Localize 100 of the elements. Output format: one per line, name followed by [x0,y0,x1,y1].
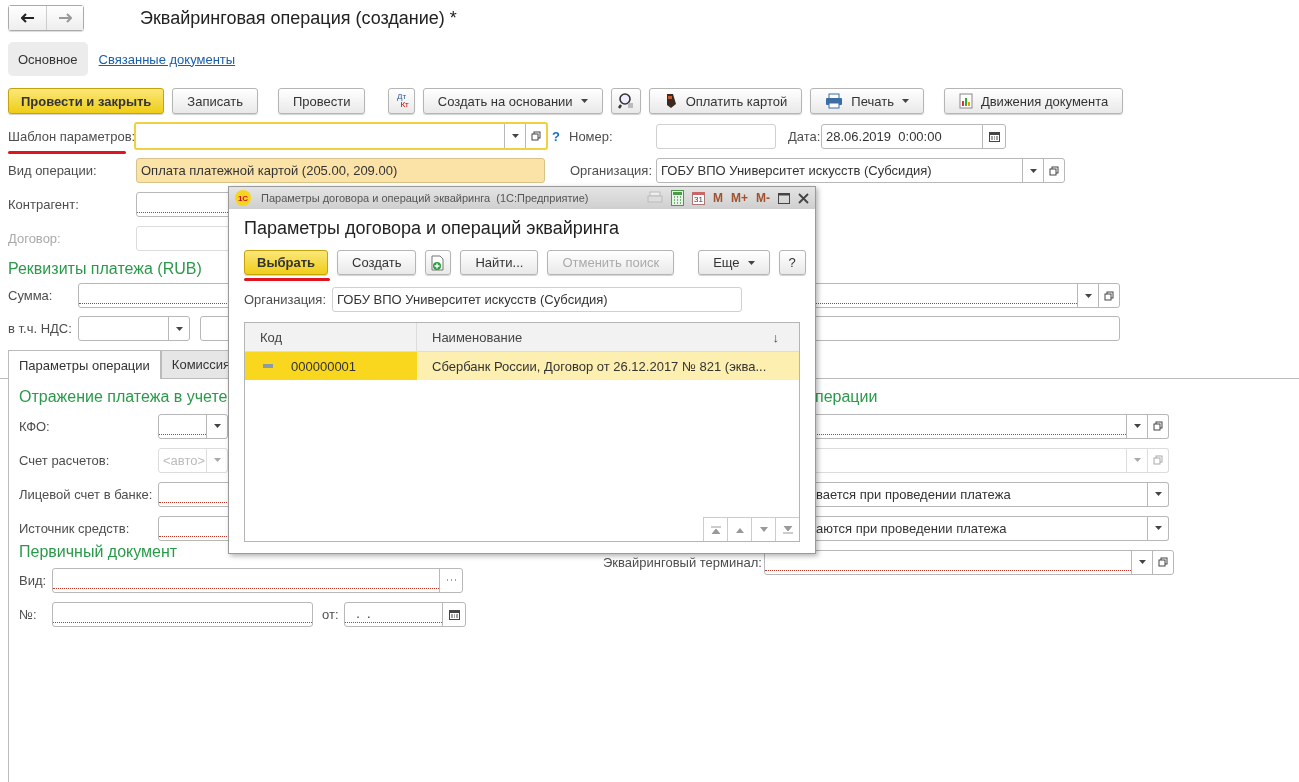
field-label: Лицевой счет в банке: [19,486,154,502]
table-cell: 000000001 [291,358,357,374]
close-icon[interactable] [798,192,809,204]
caret-icon [580,99,588,103]
organization-field[interactable]: ГОБУ ВПО Университет искусств (Субсидия) [656,158,1065,183]
magnifier-icon [616,92,635,110]
open-form-icon [1104,290,1114,301]
field-label: Вид операции: [8,163,98,178]
section-heading: Реквизиты платежа (RUB) [8,260,202,278]
operation-field[interactable]: аются при проведении платежа [814,515,1169,541]
organization-filter-field[interactable]: ГОБУ ВПО Университет искусств (Субсидия) [332,287,743,312]
field-label: Эквайринговый терминал: [603,554,763,570]
dialog-button[interactable]: Создать [337,250,417,275]
help-link[interactable]: ? [552,128,569,144]
field-label: Договор: [8,231,62,246]
field-label: Номер: [569,128,614,144]
toolbar-button[interactable]: Провести [277,88,366,114]
toolbar-button[interactable]: Создать на основании [422,88,603,114]
open-form-icon [1153,455,1163,465]
document-number-field[interactable] [52,601,313,627]
caret-icon [1133,458,1141,462]
vat-rate-field[interactable] [78,316,190,341]
field-label: в т.ч. НДС: [8,321,73,336]
caret-icon [213,458,221,462]
field-label: Организация: [570,163,654,178]
caret-icon [1154,526,1162,530]
memory-button[interactable]: M [713,191,723,205]
back-arrow-icon [20,13,35,23]
table-row[interactable]: 000000001 Сбербанк России, Договор от 26.12.2017 № 821 (эква... [245,352,799,380]
section-heading: Отражение платежа в учете [19,386,229,407]
section-heading: перации [814,386,879,407]
post-and-close-button[interactable]: Провести и закрыть [8,88,165,114]
caret-icon [747,260,755,265]
field-label: Контрагент: [8,197,80,212]
section-link[interactable]: Связанные документы [88,42,246,76]
back-button[interactable] [9,6,46,30]
field-label: Источник средств: [19,520,131,536]
caret-icon [1084,293,1092,298]
pay-by-card-button[interactable]: Оплатить картой [648,88,803,114]
operation-field[interactable]: вается при проведении платежа [814,481,1169,507]
open-form-icon [1153,421,1163,431]
date-field[interactable]: 28.06.2019 0:00:00 [821,123,1006,149]
caret-icon [213,424,221,428]
field-label: Организация: [244,292,327,307]
dialog-heading: Параметры договора и операций эквайринга [244,216,620,240]
column-header[interactable]: Код [245,323,417,351]
tab[interactable]: Параметры операции [8,350,161,379]
scroll-arrow-icon [758,525,769,534]
report-icon [958,93,973,109]
dt-kt-button[interactable]: Дт Кт [388,88,415,114]
field-label: Шаблон параметров: [8,128,136,144]
document-type-field[interactable] [52,567,463,593]
operation-type-field[interactable]: Оплата платежной картой (205.00, 209.00) [136,158,545,183]
section-tab[interactable]: Основное [8,42,88,76]
item-icon [263,364,273,368]
forward-arrow-icon [58,13,72,23]
memory-button[interactable]: M+ [731,191,748,205]
maximize-icon[interactable] [778,192,790,204]
caret-icon [175,326,183,331]
caret-icon [511,134,519,138]
sort-indicator: ↓ [772,329,779,345]
calendar-icon [988,130,1000,142]
open-form-icon [531,131,541,141]
accounting-field[interactable] [158,413,228,439]
field-label: от: [322,606,340,622]
field-label: КФО: [19,418,51,434]
operation-field[interactable] [764,549,1174,575]
column-header[interactable]: Наименование [417,323,765,351]
template-field[interactable] [134,122,548,150]
scroll-arrow-icon [710,525,721,534]
scroll-arrow-icon [782,525,793,534]
document-date-field[interactable]: . . [344,601,466,627]
app-logo: 1С [235,190,251,206]
add-document-icon [431,254,446,271]
dialog-button[interactable]: Найти... [460,250,539,275]
field-label: Сумма: [8,288,54,303]
operation-field[interactable] [814,413,1169,439]
field-label: Дата: [788,128,821,144]
calendar-icon [448,608,460,620]
dialog-button[interactable]: ? [778,250,806,275]
movements-button[interactable]: Движения документа [943,88,1124,114]
field-label: Счет расчетов: [19,452,111,468]
calendar-button[interactable]: 31 [692,191,705,205]
search-button[interactable] [610,88,641,114]
caret-icon [1138,560,1146,564]
number-field[interactable] [656,123,776,149]
add-button[interactable] [425,250,452,275]
field-label: №: [19,606,38,622]
caret-icon [1154,492,1162,496]
window-title: Эквайринговая операция (создание) * [140,7,457,29]
printer-icon [825,93,844,109]
toolbar-button[interactable]: Записать [172,88,258,114]
field-label: Вид: [19,572,48,588]
print-button[interactable]: Печать [810,88,924,114]
select-button[interactable]: Выбрать [244,250,329,275]
open-form-icon [1049,165,1059,176]
memory-button[interactable]: M- [756,191,770,205]
dialog-button[interactable]: Еще [698,250,770,275]
caret-icon [901,99,909,103]
calculator-icon[interactable] [671,190,685,206]
